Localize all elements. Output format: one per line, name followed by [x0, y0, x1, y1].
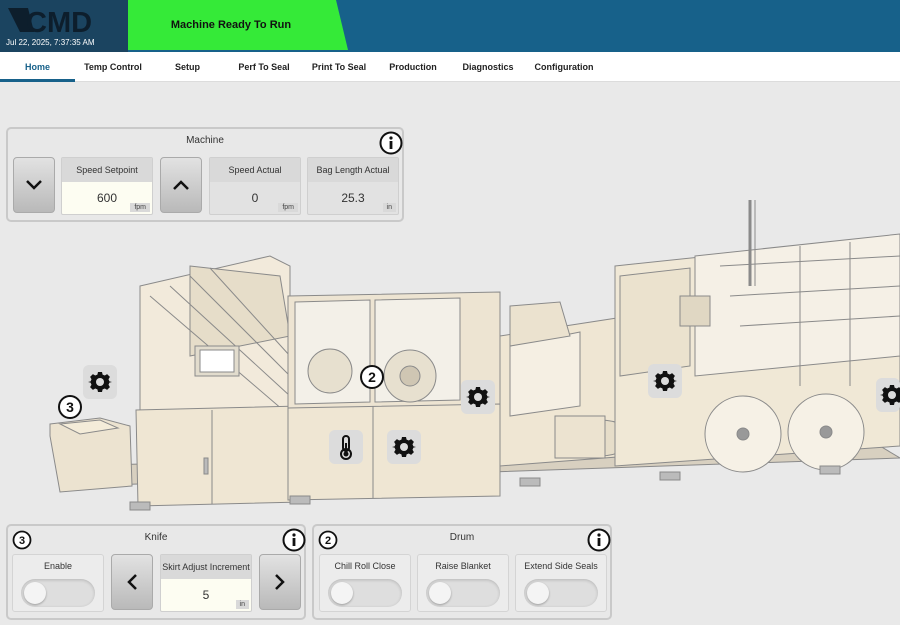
raise-blanket-card: Raise Blanket — [417, 554, 509, 612]
machine-panel-title: Machine — [186, 135, 224, 146]
drum-marker: 2 — [360, 365, 384, 389]
toggle-knob — [24, 582, 46, 604]
gear-icon — [392, 437, 416, 457]
chevron-up-icon — [173, 180, 189, 190]
cmd-logo: CMD — [8, 7, 92, 36]
speed-actual-unit: fpm — [278, 203, 298, 212]
raise-blanket-label: Raise Blanket — [435, 561, 491, 571]
extend-side-seals-card: Extend Side Seals — [515, 554, 607, 612]
thermometer-icon — [340, 435, 352, 460]
knife-marker: 3 — [58, 395, 82, 419]
svg-text:2: 2 — [368, 369, 376, 385]
chill-roll-close-label: Chill Roll Close — [334, 561, 396, 571]
tab-perf-to-seal[interactable]: Perf To Seal — [224, 52, 304, 82]
sealer-settings-button[interactable] — [648, 364, 682, 398]
info-icon[interactable] — [379, 131, 403, 155]
nav-tabs: Home Temp Control Setup Perf To Seal Pri… — [0, 52, 900, 82]
tab-print-to-seal[interactable]: Print To Seal — [304, 52, 374, 82]
drum-panel: 2 Drum Chill Roll Close Raise Blanket Ex… — [312, 524, 612, 620]
svg-text:CMD: CMD — [26, 7, 92, 36]
extend-side-seals-toggle[interactable] — [524, 579, 598, 607]
chevron-down-icon — [26, 180, 42, 190]
skirt-increase-button[interactable] — [259, 554, 301, 610]
chevron-left-icon — [127, 574, 137, 590]
toggle-knob — [527, 582, 549, 604]
skirt-decrease-button[interactable] — [111, 554, 153, 610]
knife-enable-toggle[interactable] — [21, 579, 95, 607]
tab-setup[interactable]: Setup — [151, 52, 224, 82]
gear-icon — [88, 372, 112, 392]
machine-illustration — [49, 200, 900, 511]
tab-home[interactable]: Home — [0, 52, 75, 82]
info-icon[interactable] — [587, 528, 611, 552]
header-bar: CMD Jul 22, 2025, 7:37:35 AM Machine Rea… — [0, 0, 900, 52]
speed-actual-field: Speed Actual 0 fpm — [209, 157, 301, 215]
date-time: Jul 22, 2025, 7:37:35 AM — [6, 38, 95, 47]
toggle-knob — [429, 582, 451, 604]
chevron-right-icon — [275, 574, 285, 590]
tab-diagnostics[interactable]: Diagnostics — [452, 52, 524, 82]
chill-roll-close-card: Chill Roll Close — [319, 554, 411, 612]
tab-configuration[interactable]: Configuration — [524, 52, 604, 82]
speed-increase-button[interactable] — [160, 157, 202, 213]
gear-icon — [653, 371, 677, 391]
skirt-adjust-increment-unit: in — [235, 600, 249, 609]
raise-blanket-toggle[interactable] — [426, 579, 500, 607]
outfeed-settings-button[interactable] — [876, 378, 900, 412]
knife-enable-card: Enable — [12, 554, 104, 612]
gear-icon — [880, 385, 900, 405]
machine-status-text: Machine Ready To Run — [170, 19, 292, 31]
knife-panel-title: Knife — [144, 532, 168, 543]
tab-temp-control[interactable]: Temp Control — [75, 52, 151, 82]
tab-production[interactable]: Production — [374, 52, 452, 82]
gear-icon — [466, 387, 490, 407]
knife-panel: 3 Knife Enable Skirt Adjust Increment 5 … — [6, 524, 306, 620]
status-banner: Machine Ready To Run — [128, 0, 348, 50]
speed-actual-label: Speed Actual — [210, 158, 300, 182]
info-icon[interactable] — [282, 528, 306, 552]
speed-setpoint-label: Speed Setpoint — [62, 158, 152, 182]
skirt-adjust-increment-label: Skirt Adjust Increment — [161, 555, 251, 579]
svg-text:3: 3 — [66, 399, 74, 415]
drum-panel-title: Drum — [449, 532, 475, 543]
temperature-button[interactable] — [329, 430, 363, 464]
drum-settings-button[interactable] — [387, 430, 421, 464]
chill-roll-close-toggle[interactable] — [328, 579, 402, 607]
toggle-knob — [331, 582, 353, 604]
bag-length-actual-field: Bag Length Actual 25.3 in — [307, 157, 399, 215]
perf-settings-button[interactable] — [461, 380, 495, 414]
speed-decrease-button[interactable] — [13, 157, 55, 213]
bag-length-actual-unit: in — [382, 203, 396, 212]
speed-setpoint-field[interactable]: Speed Setpoint 600 fpm — [61, 157, 153, 215]
infeed-settings-button[interactable] — [83, 365, 117, 399]
extend-side-seals-label: Extend Side Seals — [524, 561, 598, 571]
speed-setpoint-unit: fpm — [130, 203, 150, 212]
bag-length-actual-label: Bag Length Actual — [308, 158, 398, 182]
logo-area: CMD Jul 22, 2025, 7:37:35 AM — [0, 0, 128, 52]
skirt-adjust-increment-field[interactable]: Skirt Adjust Increment 5 in — [160, 554, 252, 612]
machine-panel: Machine Speed Setpoint 600 fpm Speed Act… — [6, 127, 404, 222]
knife-enable-label: Enable — [43, 561, 73, 571]
